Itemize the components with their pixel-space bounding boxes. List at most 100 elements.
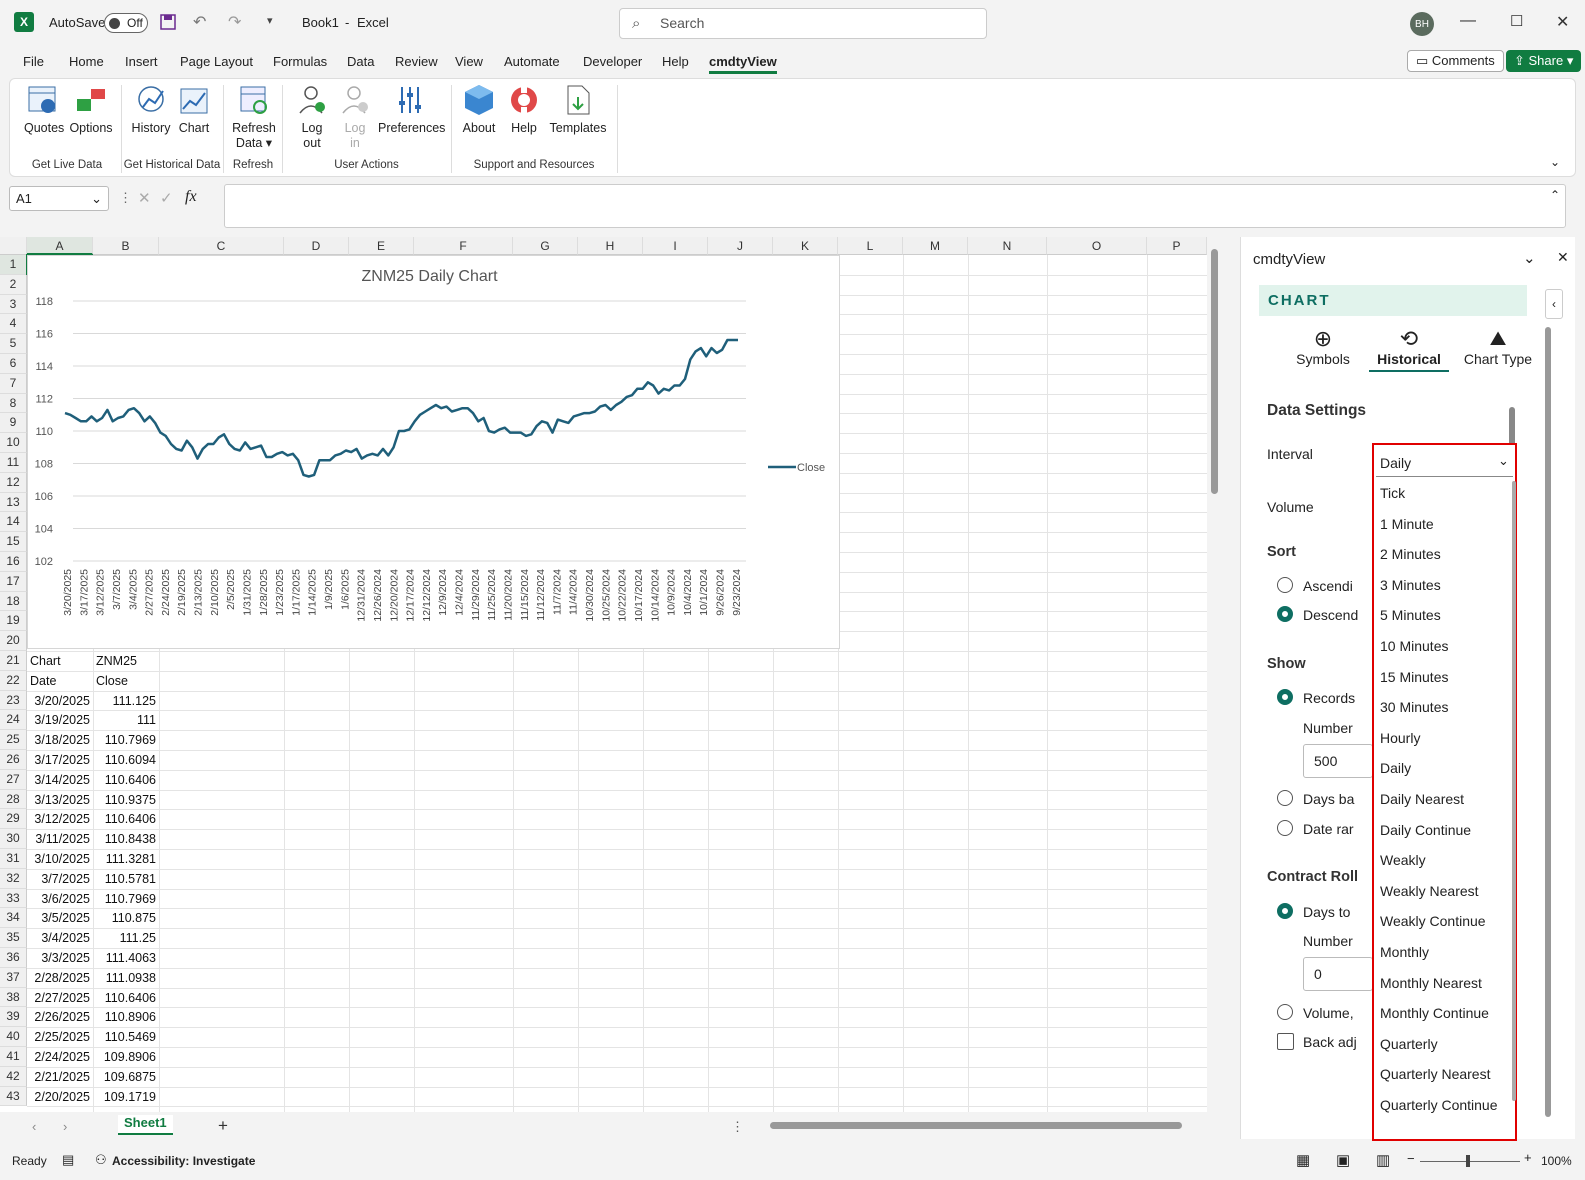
- collapse-pane-icon[interactable]: ‹: [1545, 289, 1563, 319]
- autosave-toggle[interactable]: Off: [104, 13, 148, 33]
- close-cell[interactable]: 110.5469: [96, 1027, 156, 1047]
- row-header[interactable]: 18: [0, 591, 27, 612]
- share-button[interactable]: ⇪ Share ▾: [1506, 50, 1582, 72]
- cell-b22[interactable]: Close: [96, 671, 156, 691]
- close-cell[interactable]: 110.6094: [96, 750, 156, 770]
- close-cell[interactable]: 110.6406: [96, 809, 156, 829]
- date-cell[interactable]: 3/5/2025: [30, 908, 90, 928]
- column-header[interactable]: B: [93, 237, 159, 255]
- date-cell[interactable]: 3/10/2025: [30, 849, 90, 869]
- accessibility-icon[interactable]: ⚇: [95, 1152, 107, 1168]
- customize-toolbar-icon[interactable]: ▾: [267, 14, 273, 27]
- row-header[interactable]: 21: [0, 651, 27, 671]
- date-cell[interactable]: 3/19/2025: [30, 710, 90, 730]
- close-cell[interactable]: 110.9375: [96, 790, 156, 810]
- row-header[interactable]: 11: [0, 453, 27, 473]
- row-header[interactable]: 34: [0, 908, 27, 929]
- row-header[interactable]: 3: [0, 294, 27, 315]
- date-cell[interactable]: 3/7/2025: [30, 869, 90, 889]
- tab-sheet1[interactable]: Sheet1: [118, 1115, 173, 1135]
- column-header[interactable]: I: [643, 237, 708, 255]
- interval-option[interactable]: Weakly Continue: [1380, 913, 1486, 929]
- row-header[interactable]: 29: [0, 809, 27, 830]
- sheet-options-icon[interactable]: ⋮: [731, 1119, 744, 1135]
- date-cell[interactable]: 2/20/2025: [30, 1087, 90, 1107]
- row-header[interactable]: 14: [0, 512, 27, 533]
- date-cell[interactable]: 2/24/2025: [30, 1047, 90, 1067]
- cell-a21[interactable]: Chart: [30, 651, 90, 671]
- tab-review[interactable]: Review: [395, 54, 438, 69]
- interval-option[interactable]: Quarterly: [1380, 1036, 1438, 1052]
- date-cell[interactable]: 3/18/2025: [30, 730, 90, 750]
- row-header[interactable]: 2: [0, 274, 27, 295]
- date-cell[interactable]: 2/25/2025: [30, 1027, 90, 1047]
- date-cell[interactable]: 3/6/2025: [30, 889, 90, 909]
- dropdown-scroll-thumb[interactable]: [1512, 481, 1516, 1101]
- column-header[interactable]: C: [159, 237, 284, 255]
- row-header[interactable]: 6: [0, 354, 27, 374]
- next-sheet-icon[interactable]: ›: [63, 1119, 67, 1134]
- page-break-view-icon[interactable]: ▥: [1376, 1151, 1390, 1169]
- horizontal-scroll-thumb[interactable]: [770, 1122, 1182, 1129]
- column-header[interactable]: G: [513, 237, 578, 255]
- interval-option[interactable]: Quarterly Nearest: [1380, 1066, 1490, 1082]
- row-header[interactable]: 7: [0, 373, 27, 394]
- close-cell[interactable]: 110.5781: [96, 869, 156, 889]
- interval-option[interactable]: 30 Minutes: [1380, 699, 1448, 715]
- interval-option[interactable]: Monthly Nearest: [1380, 975, 1482, 991]
- close-cell[interactable]: 111: [96, 710, 156, 730]
- row-header[interactable]: 36: [0, 948, 27, 968]
- date-cell[interactable]: 3/11/2025: [30, 829, 90, 849]
- interval-option[interactable]: Tick: [1380, 485, 1405, 501]
- row-header[interactable]: 35: [0, 928, 27, 948]
- column-header[interactable]: H: [578, 237, 643, 255]
- zoom-slider-thumb[interactable]: [1466, 1155, 1470, 1167]
- close-cell[interactable]: 110.6406: [96, 770, 156, 790]
- close-cell[interactable]: 111.25: [96, 928, 156, 948]
- cell-a22[interactable]: Date: [30, 671, 90, 691]
- close-cell[interactable]: 111.0938: [96, 968, 156, 988]
- row-header[interactable]: 28: [0, 789, 27, 810]
- about-button[interactable]: About: [462, 83, 496, 136]
- row-header[interactable]: 8: [0, 393, 27, 414]
- interval-option[interactable]: Monthly Continue: [1380, 1005, 1489, 1021]
- chart-object[interactable]: ZNM25 Daily Chart 102 104 106 108 110 112 114 11…: [27, 255, 840, 649]
- quotes-button[interactable]: Quotes: [24, 83, 64, 136]
- date-cell[interactable]: 3/12/2025: [30, 809, 90, 829]
- row-header[interactable]: 22: [0, 670, 27, 691]
- column-header[interactable]: D: [284, 237, 349, 255]
- zoom-slider[interactable]: [1420, 1161, 1520, 1162]
- close-cell[interactable]: 110.7969: [96, 889, 156, 909]
- tab-page-layout[interactable]: Page Layout: [180, 54, 253, 69]
- normal-view-icon[interactable]: ▦: [1296, 1151, 1310, 1169]
- interval-option[interactable]: 15 Minutes: [1380, 669, 1448, 685]
- row-header[interactable]: 26: [0, 750, 27, 770]
- page-layout-view-icon[interactable]: ▣: [1336, 1151, 1350, 1169]
- row-header[interactable]: 43: [0, 1086, 27, 1107]
- tab-formulas[interactable]: Formulas: [273, 54, 327, 69]
- row-header[interactable]: 33: [0, 888, 27, 909]
- row-header[interactable]: 24: [0, 710, 27, 731]
- row-header[interactable]: 41: [0, 1047, 27, 1067]
- close-cell[interactable]: 110.6406: [96, 988, 156, 1008]
- close-cell[interactable]: 110.7969: [96, 730, 156, 750]
- log-in-button[interactable]: Log in: [338, 83, 372, 151]
- zoom-in-icon[interactable]: +: [1524, 1150, 1532, 1165]
- tab-cmdtyview[interactable]: cmdtyView: [709, 54, 777, 74]
- formula-input[interactable]: [224, 184, 1566, 228]
- tab-automate[interactable]: Automate: [504, 54, 560, 69]
- help-button[interactable]: Help: [507, 83, 541, 136]
- more-options-icon[interactable]: ⋮: [119, 190, 132, 206]
- tab-home[interactable]: Home: [69, 54, 104, 69]
- row-header[interactable]: 38: [0, 987, 27, 1008]
- row-header[interactable]: 16: [0, 552, 27, 572]
- horizontal-scrollbar[interactable]: [760, 1120, 1203, 1132]
- column-header[interactable]: J: [708, 237, 773, 255]
- row-header[interactable]: 1: [0, 255, 27, 275]
- tab-view[interactable]: View: [455, 54, 483, 69]
- cancel-icon[interactable]: ✕: [138, 189, 151, 207]
- options-button[interactable]: Options: [68, 83, 114, 136]
- vertical-scrollbar[interactable]: [1207, 237, 1222, 1112]
- date-cell[interactable]: 2/27/2025: [30, 988, 90, 1008]
- roll-days-to-radio[interactable]: [1277, 903, 1293, 919]
